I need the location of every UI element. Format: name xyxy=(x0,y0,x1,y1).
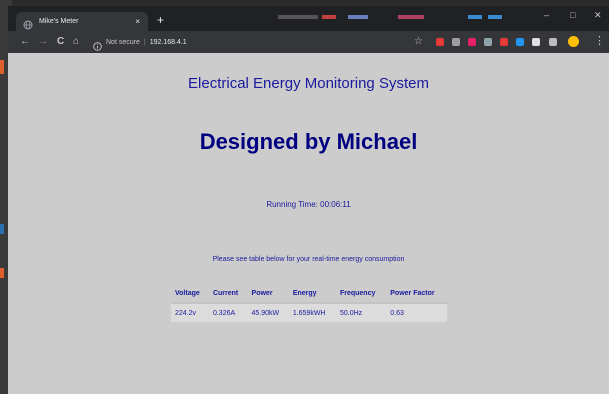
energy-table: Voltage Current Power Energy Frequency P… xyxy=(171,285,447,322)
back-button[interactable]: ← xyxy=(20,35,30,49)
desktop-marker xyxy=(0,268,4,278)
close-window-button[interactable]: ✕ xyxy=(594,11,602,20)
tab-close-icon[interactable]: × xyxy=(135,17,140,26)
info-icon[interactable] xyxy=(93,38,102,51)
minimize-button[interactable]: – xyxy=(544,11,549,20)
browser-window: Mike's Meter × + – □ ✕ ← → C ⌂ Not secur… xyxy=(8,6,609,394)
bookmark-star-icon[interactable]: ☆ xyxy=(414,35,423,49)
table-note: Please see table below for your real-tim… xyxy=(212,256,405,263)
maximize-button[interactable]: □ xyxy=(570,11,575,20)
column-header: Voltage xyxy=(175,290,200,297)
column-header: Frequency xyxy=(339,290,376,297)
globe-icon xyxy=(23,17,33,29)
reading-list-icon[interactable] xyxy=(549,38,557,46)
page-viewport: Electrical Energy Monitoring System Desi… xyxy=(8,53,609,394)
url-text[interactable]: 192.168.4.1 xyxy=(150,39,187,46)
extension-icon[interactable] xyxy=(484,38,492,46)
running-time: Running Time: 00:06:11 xyxy=(266,200,351,209)
background-thumbnails xyxy=(278,6,508,19)
table-header-row: Voltage Current Power Energy Frequency P… xyxy=(171,285,447,303)
page-title: Electrical Energy Monitoring System xyxy=(188,75,429,92)
title-bar: Mike's Meter × + – □ ✕ xyxy=(8,6,609,31)
profile-avatar[interactable] xyxy=(568,36,579,47)
extension-icon[interactable] xyxy=(452,38,460,46)
frequency-value: 50.0Hz xyxy=(335,302,387,322)
extension-icon[interactable] xyxy=(516,38,524,46)
extension-puzzle-icon[interactable] xyxy=(532,38,540,46)
column-header: Energy xyxy=(292,290,317,297)
home-button[interactable]: ⌂ xyxy=(73,35,79,49)
security-label: Not secure xyxy=(106,38,140,46)
browser-menu-icon[interactable]: ⋮ xyxy=(594,34,605,48)
url-separator: | xyxy=(143,38,146,46)
table-row: 224.2v 0.326A 45.90kW 1.659kWH 50.0Hz 0.… xyxy=(171,302,447,322)
current-value: 0.326A xyxy=(208,302,248,322)
power-factor-value: 0.63 xyxy=(386,302,447,322)
page-subtitle: Designed by Michael xyxy=(199,129,418,154)
column-header: Current xyxy=(212,290,239,297)
extension-icon[interactable] xyxy=(468,38,476,46)
column-header: Power xyxy=(251,290,273,297)
browser-toolbar: ← → C ⌂ Not secure | 192.168.4.1 ☆ ⋮ xyxy=(8,31,609,53)
extension-icon[interactable] xyxy=(436,38,444,46)
energy-value: 1.659kWH xyxy=(288,302,336,322)
voltage-value: 224.2v xyxy=(171,302,209,322)
power-value: 45.90kW xyxy=(247,302,289,322)
desktop-marker xyxy=(0,60,4,74)
extension-icon[interactable] xyxy=(500,38,508,46)
tab-title: Mike's Meter xyxy=(39,18,79,25)
address-bar[interactable]: Not secure | 192.168.4.1 xyxy=(91,34,431,51)
reload-button[interactable]: C xyxy=(57,35,64,49)
forward-button[interactable]: → xyxy=(38,35,48,49)
desktop-marker xyxy=(0,224,4,234)
new-tab-button[interactable]: + xyxy=(157,14,164,26)
browser-tab[interactable]: Mike's Meter × xyxy=(16,12,148,31)
column-header: Power Factor xyxy=(390,290,435,297)
